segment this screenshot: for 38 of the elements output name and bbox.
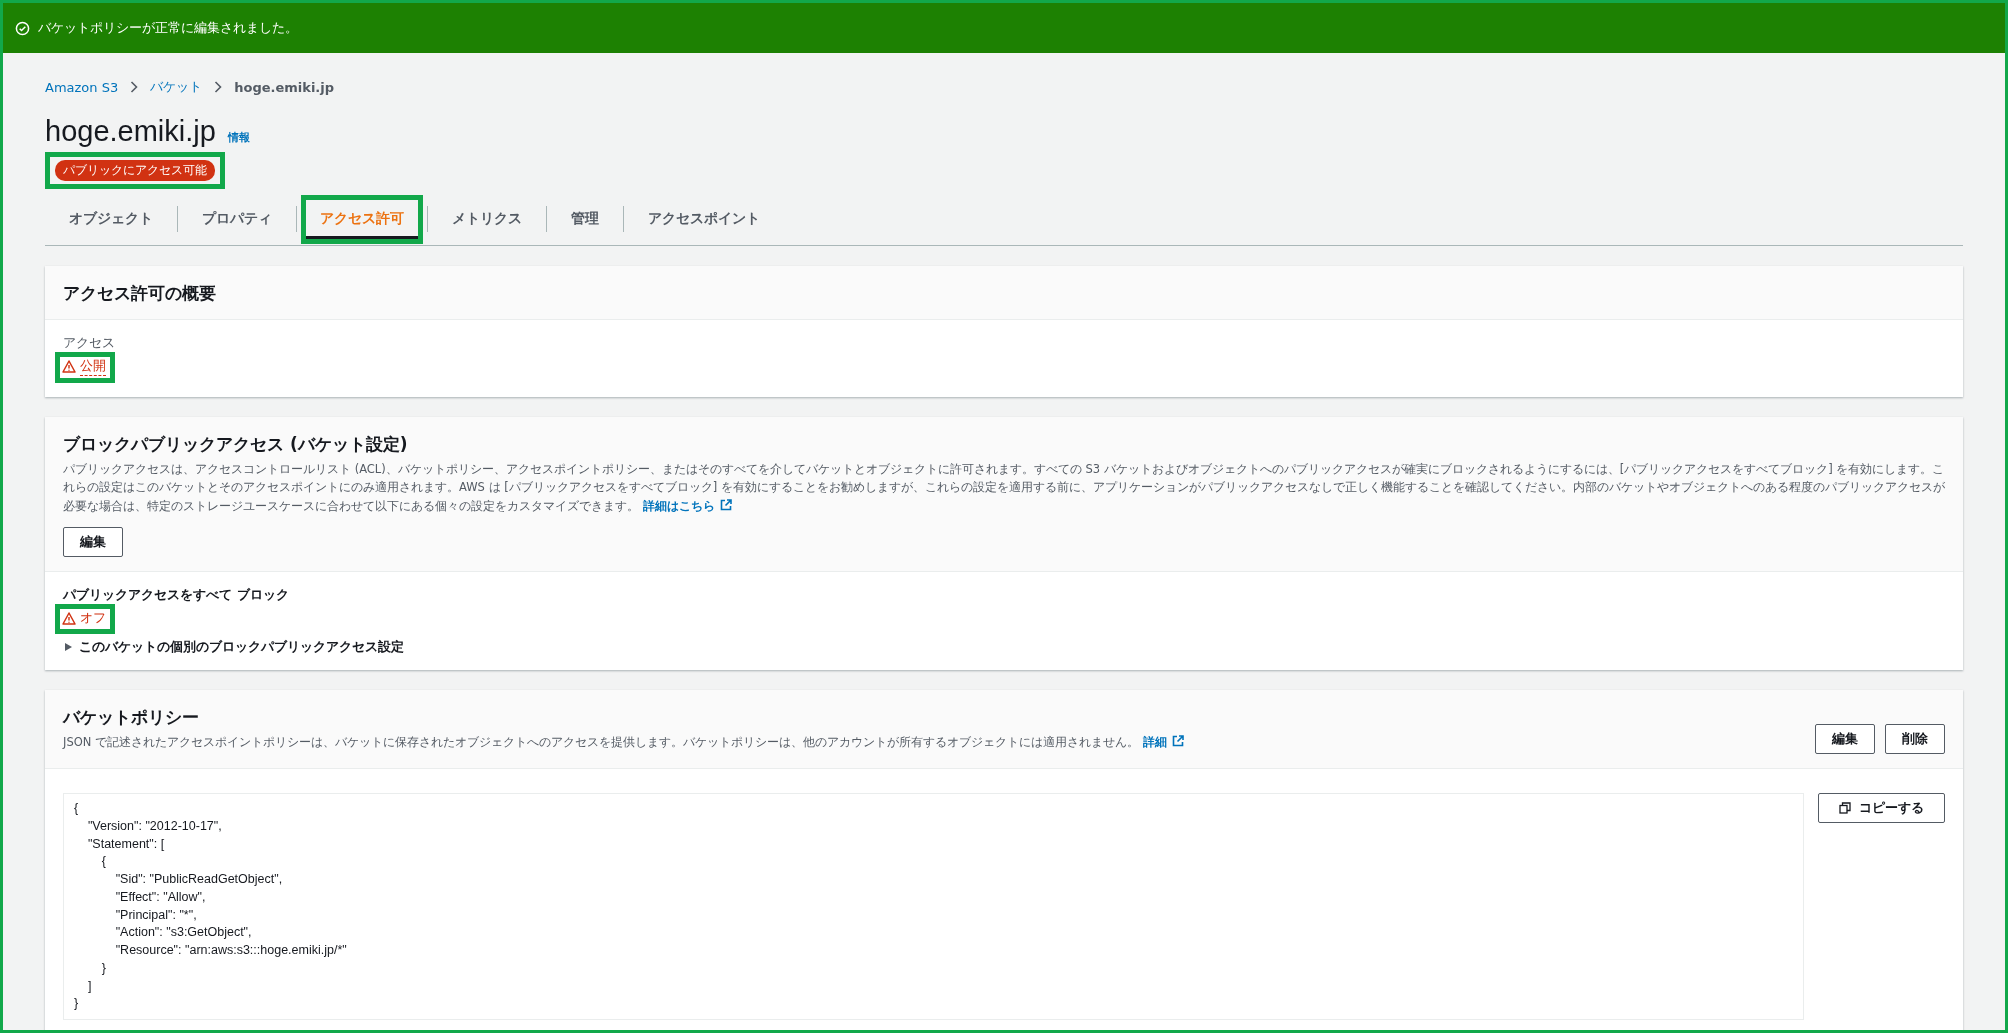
- setting-label: パブリックアクセスをすべて ブロック: [63, 586, 290, 605]
- policy-action-button[interactable]: 削除: [1885, 724, 1945, 755]
- learn-more-link[interactable]: 詳細はこちら: [642, 498, 732, 513]
- check-circle-icon: [15, 20, 30, 36]
- panel-title: バケットポリシー: [63, 706, 200, 730]
- access-label: アクセス: [63, 334, 116, 352]
- policy-code: { "Version": "2012-10-17", "Statement": [ { "Sid": "PublicReadGetObject", "Effect": "Allow", "Principal": "*", "Action": "s3:GetObject", "Resource": "arn:aws:s3:::hoge.emiki.jp/*" } ] }: [63, 793, 1804, 1021]
- off-status: オフ: [80, 609, 106, 628]
- public-status[interactable]: 公開: [80, 357, 106, 376]
- external-link-icon: [1171, 735, 1184, 748]
- panel-description: JSON で記述されたアクセスポイントポリシーは、バケットに保存されたオブジェクトへのアクセスを提供します。バケットポリシーは、他のアカウントが所有するオブジェクトには適用されません。 詳細: [63, 733, 1815, 752]
- chevron-right-icon: [130, 81, 139, 93]
- bucket-title: hoge.emiki.jp: [45, 115, 216, 148]
- success-message: バケットポリシーが正常に編集されました。: [38, 19, 298, 37]
- breadcrumb-link[interactable]: Amazon S3: [45, 79, 119, 95]
- details-link[interactable]: 詳細: [1142, 735, 1184, 750]
- warning-icon: [62, 360, 76, 373]
- warning-icon: [62, 611, 76, 625]
- caret-icon: [63, 642, 73, 653]
- panel-title: ブロックパブリックアクセス (バケット設定): [63, 433, 409, 456]
- policy-action-button[interactable]: 編集: [1815, 724, 1875, 755]
- edit-button[interactable]: 編集: [63, 527, 123, 558]
- tab[interactable]: 管理: [557, 200, 613, 238]
- tab[interactable]: メトリクス: [438, 200, 536, 238]
- public-access-badge: パブリックにアクセス可能: [55, 160, 215, 181]
- panel-description: パブリックアクセスは、アクセスコントロールリスト (ACL)、バケットポリシー、アクセスポイントポリシー、またはそのすべてを介してバケットとオブジェクトに許可されます。すべての S3 バケットおよびオブジェクトへのパブリックアクセスが確実にブロックされるようにするには、[パブリックアクセスをすべてブロック] を有効にします。これらの設定はこのバケットとそのアクセスポイントにのみ適用されます。AWS は [パブリックアクセスをすべてブロック] を有効にすることをお勧めしますが、これらの設定を適用する前に、アプリケーションがパブリックアクセスなしで正しく機能することを確認してください。内部のバケットやオブジェクトへのある程度のパブリックアクセスが必要な場合は、特定のストレージユースケースに合わせて以下にある個々の設定をカスタマイズできます。 詳細はこちら: [63, 461, 1945, 515]
- breadcrumb-link[interactable]: バケット: [150, 78, 203, 96]
- tab[interactable]: アクセスポイント: [634, 200, 774, 238]
- tab[interactable]: オブジェクト: [55, 200, 167, 238]
- panel-title: アクセス許可の概要: [63, 282, 217, 305]
- breadcrumb-current: hoge.emiki.jp: [234, 79, 335, 95]
- tab[interactable]: プロパティ: [188, 200, 286, 238]
- chevron-right-icon: [214, 81, 223, 93]
- copy-button[interactable]: コピーする: [1818, 793, 1945, 824]
- settings-expander[interactable]: このバケットの個別のブロックパブリックアクセス設定: [63, 638, 1945, 657]
- info-link[interactable]: 情報: [227, 130, 250, 145]
- copy-icon: [1839, 802, 1851, 815]
- external-link-icon: [719, 498, 732, 511]
